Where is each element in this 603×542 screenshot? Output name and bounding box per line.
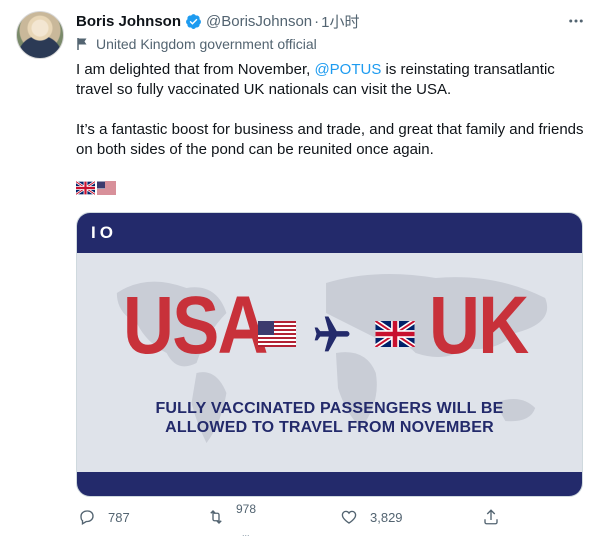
tweet-header: Boris Johnson @BorisJohnson · 1小时 xyxy=(76,11,359,31)
tweet-paragraph-2: It’s a fantastic boost for business and … xyxy=(76,121,584,158)
uk-flag-icon xyxy=(76,181,95,195)
retweet-count: 978 xyxy=(236,502,257,516)
tweet-image[interactable]: IO USA UK FULLY VACCINATED PASSENGERS WI… xyxy=(76,212,583,497)
government-label[interactable]: United Kingdom government official xyxy=(76,36,317,52)
uk-heading: UK xyxy=(429,280,529,371)
like-button[interactable]: 3,829 xyxy=(340,508,403,526)
retweet-button[interactable]: 978 ... xyxy=(206,502,256,538)
government-flag-icon xyxy=(76,37,90,51)
tweet-paragraph-1: I am delighted that from November, @POTU… xyxy=(76,60,586,100)
government-label-text: United Kingdom government official xyxy=(96,36,317,52)
share-icon xyxy=(482,508,500,526)
like-count: 3,829 xyxy=(370,509,403,525)
mention-link[interactable]: @POTUS xyxy=(314,61,381,78)
tweet[interactable]: Boris Johnson @BorisJohnson · 1小时 United… xyxy=(0,0,603,542)
tweet-text: I am delighted that from November, @POTU… xyxy=(76,60,586,180)
plane-icon xyxy=(311,311,355,360)
like-icon xyxy=(340,508,358,526)
share-button[interactable] xyxy=(482,508,500,526)
tweet-actions: 787 978 ... 3,829 xyxy=(76,502,498,538)
retweet-icon xyxy=(206,508,226,526)
image-top-bar xyxy=(77,213,582,253)
tweet-timestamp[interactable]: 1小时 xyxy=(321,11,359,32)
reply-button[interactable]: 787 xyxy=(78,508,130,526)
avatar[interactable] xyxy=(16,11,64,59)
us-flag-icon xyxy=(97,181,116,195)
reply-count: 787 xyxy=(108,509,130,525)
image-caption-line-2: ALLOWED TO TRAVEL FROM NOVEMBER xyxy=(165,419,494,436)
separator-dot: · xyxy=(314,12,320,30)
retweet-count-extra: ... xyxy=(242,528,250,538)
author-handle[interactable]: @BorisJohnson xyxy=(206,13,312,30)
uk-flag-icon xyxy=(374,318,416,352)
usa-heading: USA xyxy=(123,280,268,371)
flag-emojis xyxy=(76,181,116,195)
us-flag-icon xyxy=(257,321,297,352)
verified-badge-icon xyxy=(185,13,202,30)
brand-logo: IO xyxy=(91,223,117,242)
tweet-text-part: I am delighted that from November, xyxy=(76,61,315,78)
author-name[interactable]: Boris Johnson xyxy=(76,13,181,30)
more-options-icon[interactable] xyxy=(567,12,585,31)
image-bottom-bar xyxy=(77,472,582,496)
reply-icon xyxy=(78,508,96,526)
image-caption-line-1: FULLY VACCINATED PASSENGERS WILL BE xyxy=(155,400,504,417)
